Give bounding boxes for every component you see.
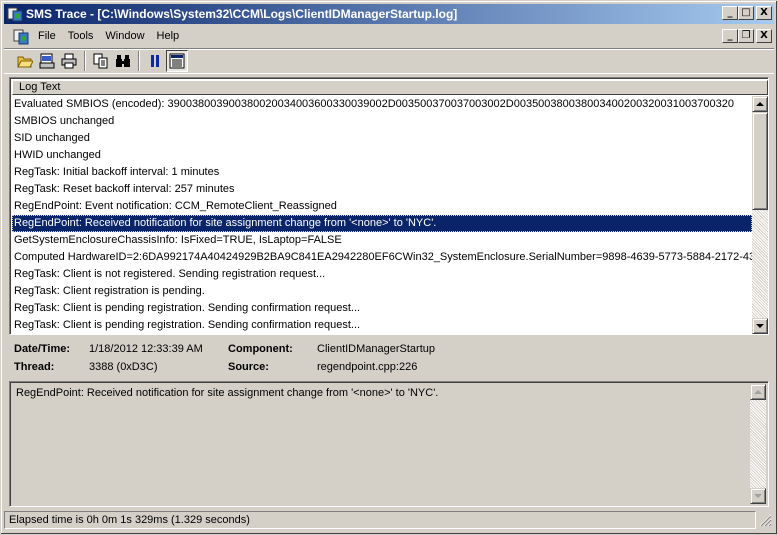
log-row[interactable]: RegTask: Client is not registered. Sendi… <box>12 266 752 283</box>
arrow-up-icon <box>756 102 764 106</box>
status-bar: Elapsed time is 0h 0m 1s 329ms (1.329 se… <box>4 509 774 531</box>
copy-icon <box>93 53 108 69</box>
component-value: ClientIDManagerStartup <box>317 343 436 355</box>
toolbar-separator <box>84 51 86 71</box>
log-row[interactable]: RegTask: Client registration is pending. <box>12 283 752 300</box>
print-button[interactable] <box>58 50 80 72</box>
log-row[interactable]: SMBIOS unchanged <box>12 113 752 130</box>
window-title: SMS Trace - [C:\Windows\System32\CCM\Log… <box>26 7 458 21</box>
log-row[interactable]: Computed HardwareID=2:6DA992174A40424929… <box>12 249 752 266</box>
scroll-down-button[interactable] <box>750 488 766 504</box>
menu-tools[interactable]: Tools <box>62 27 100 46</box>
status-text: Elapsed time is 0h 0m 1s 329ms (1.329 se… <box>4 511 756 529</box>
highlight-icon <box>169 53 185 69</box>
open-button[interactable] <box>14 50 36 72</box>
scroll-down-button[interactable] <box>752 318 768 334</box>
log-rows: Evaluated SMBIOS (encoded): 390038003900… <box>12 96 752 334</box>
pause-icon <box>151 55 159 67</box>
message-vertical-scrollbar[interactable] <box>750 384 766 504</box>
menu-window[interactable]: Window <box>99 27 150 46</box>
maximize-button[interactable]: □ <box>738 6 754 20</box>
datetime-label: Date/Time: <box>14 343 71 355</box>
highlight-button[interactable] <box>166 50 188 72</box>
menu-file[interactable]: File <box>32 27 62 46</box>
column-header-log-text[interactable]: Log Text <box>12 80 768 95</box>
print-icon <box>61 53 77 69</box>
component-label: Component: <box>228 343 293 355</box>
log-vertical-scrollbar[interactable] <box>752 96 768 334</box>
log-row[interactable]: RegTask: Client is pending registration.… <box>12 300 752 317</box>
log-row[interactable]: Evaluated SMBIOS (encoded): 390038003900… <box>12 96 752 113</box>
title-bar[interactable]: SMS Trace - [C:\Windows\System32\CCM\Log… <box>4 4 774 24</box>
toolbar <box>4 48 774 74</box>
sms-trace-window: SMS Trace - [C:\Windows\System32\CCM\Log… <box>0 0 778 535</box>
print-preview-button[interactable] <box>36 50 58 72</box>
pause-button[interactable] <box>144 50 166 72</box>
arrow-down-icon <box>756 324 764 328</box>
mdi-close-button[interactable]: X <box>756 29 772 43</box>
close-button[interactable]: X <box>756 6 772 20</box>
source-label: Source: <box>228 361 269 373</box>
log-row[interactable]: RegTask: Client is pending registration.… <box>12 317 752 334</box>
log-row[interactable]: HWID unchanged <box>12 147 752 164</box>
message-text: RegEndPoint: Received notification for s… <box>16 387 439 399</box>
log-row[interactable]: RegEndPoint: Event notification: CCM_Rem… <box>12 198 752 215</box>
entry-details: Date/Time: 1/18/2012 12:33:39 AM Compone… <box>9 339 769 379</box>
menu-help[interactable]: Help <box>151 27 186 46</box>
open-icon <box>17 56 33 68</box>
minimize-button[interactable]: _ <box>722 6 738 20</box>
document-icon[interactable] <box>12 29 30 45</box>
log-row[interactable]: GetSystemEnclosureChassisInfo: IsFixed=T… <box>12 232 752 249</box>
thread-label: Thread: <box>14 361 55 373</box>
mdi-minimize-button[interactable]: _ <box>722 29 738 43</box>
datetime-value: 1/18/2012 12:33:39 AM <box>89 343 203 355</box>
find-button[interactable] <box>112 50 134 72</box>
resize-grip-icon[interactable] <box>758 513 772 527</box>
toolbar-separator <box>138 51 140 71</box>
log-list[interactable]: Log Text Evaluated SMBIOS (encoded): 390… <box>9 77 769 335</box>
message-text-area[interactable]: RegEndPoint: Received notification for s… <box>9 381 769 507</box>
arrow-up-icon <box>754 390 762 394</box>
print-preview-icon <box>39 53 55 69</box>
source-value: regendpoint.cpp:226 <box>317 361 418 373</box>
scroll-thumb[interactable] <box>752 112 768 210</box>
scroll-up-button[interactable] <box>750 384 766 400</box>
log-row[interactable]: RegTask: Reset backoff interval: 257 min… <box>12 181 752 198</box>
log-row[interactable]: RegTask: Initial backoff interval: 1 min… <box>12 164 752 181</box>
log-row-selected[interactable]: RegEndPoint: Received notification for s… <box>12 215 752 232</box>
app-icon <box>7 7 23 22</box>
copy-button[interactable] <box>90 50 112 72</box>
arrow-down-icon <box>754 494 762 498</box>
menu-bar: File Tools Window Help _ ❐ X <box>4 27 774 46</box>
scroll-up-button[interactable] <box>752 96 768 112</box>
log-row[interactable]: SID unchanged <box>12 130 752 147</box>
thread-value: 3388 (0xD3C) <box>89 361 158 373</box>
find-icon <box>116 55 130 67</box>
mdi-restore-button[interactable]: ❐ <box>738 29 754 43</box>
